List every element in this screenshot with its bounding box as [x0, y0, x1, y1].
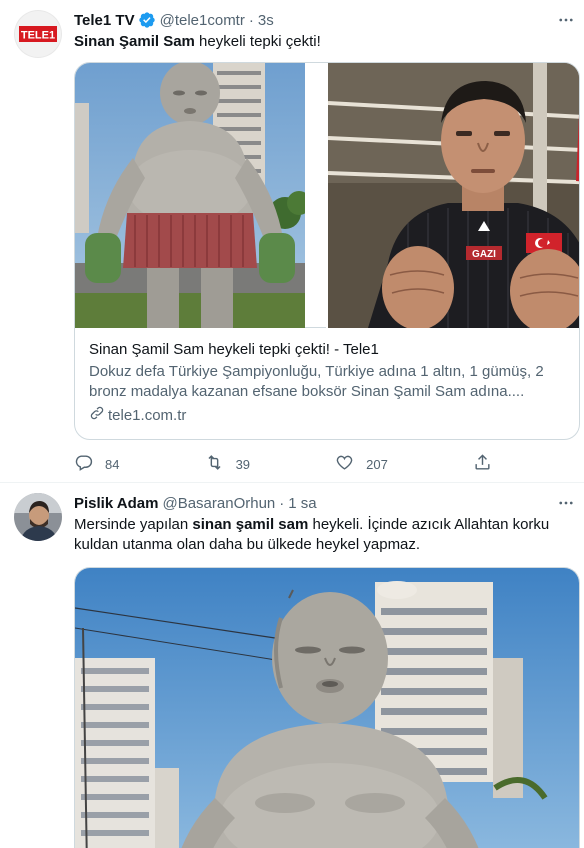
separator-dot: ·: [279, 494, 285, 512]
reply-count: 84: [105, 456, 120, 472]
retweet-count: 39: [235, 456, 251, 472]
tweet-header: Pislik Adam @BasaranOrhun · 1 sa: [74, 493, 568, 513]
tweet-photo[interactable]: [74, 567, 580, 848]
tweet[interactable]: TELE1 Tele1 TV @tele1comtr · 3s Sinan Şa…: [0, 0, 584, 483]
card-images: GAZI: [75, 63, 579, 328]
author-handle[interactable]: @tele1comtr: [160, 12, 245, 29]
avatar-logo-text: TELE1: [21, 30, 55, 42]
avatar[interactable]: TELE1: [14, 10, 62, 58]
boxer-photo: GAZI: [326, 63, 579, 328]
like-icon: [335, 453, 366, 475]
like-count: 207: [366, 456, 388, 472]
link-icon: [89, 405, 108, 427]
timestamp[interactable]: 3s: [258, 12, 274, 29]
author-name[interactable]: Pislik Adam: [74, 495, 158, 512]
retweet-button[interactable]: 39: [205, 453, 250, 475]
tweet-text-before: Mersinde yapılan: [74, 516, 193, 533]
like-button[interactable]: 207: [335, 453, 388, 475]
tweet-text: Mersinde yapılan sinan şamil sam heykeli…: [74, 515, 568, 555]
tweet-actions: 84 39 207: [74, 453, 504, 475]
card-domain-text: tele1.com.tr: [108, 407, 187, 424]
card-domain: tele1.com.tr: [89, 405, 565, 427]
verified-badge-icon: [138, 11, 156, 29]
shirt-text: GAZI: [472, 249, 496, 260]
link-card[interactable]: GAZI Sinan Şamil Sam heykeli tepki çekti…: [74, 62, 580, 440]
tweet-text-rest: heykeli tepki çekti!: [194, 33, 321, 50]
more-icon[interactable]: [556, 493, 576, 513]
share-icon: [473, 453, 504, 475]
retweet-icon: [205, 453, 236, 475]
tweet-text-bold: Sinan Şamil Sam: [74, 33, 195, 50]
statue-image: [75, 63, 326, 328]
timestamp[interactable]: 1 sa: [288, 495, 316, 512]
reply-icon: [74, 453, 105, 475]
author-name[interactable]: Tele1 TV: [74, 12, 135, 29]
card-description: Dokuz defa Türkiye Şampiyonluğu, Türkiye…: [89, 363, 544, 400]
separator-dot: ·: [248, 11, 254, 29]
share-button[interactable]: [473, 453, 504, 475]
author-handle[interactable]: @BasaranOrhun: [162, 495, 275, 512]
tweet-text-bold: sinan şamil sam: [192, 516, 309, 533]
tweet-text: Sinan Şamil Sam heykeli tepki çekti!: [74, 32, 568, 52]
card-body: Sinan Şamil Sam heykeli tepki çekti! - T…: [75, 328, 579, 439]
more-icon[interactable]: [556, 10, 576, 30]
reply-button[interactable]: 84: [74, 453, 119, 475]
tweet-header: Tele1 TV @tele1comtr · 3s: [74, 10, 568, 30]
tweet[interactable]: Pislik Adam @BasaranOrhun · 1 sa Mersind…: [0, 483, 584, 848]
card-title: Sinan Şamil Sam heykeli tepki çekti! - T…: [89, 341, 379, 358]
avatar[interactable]: [14, 493, 62, 541]
